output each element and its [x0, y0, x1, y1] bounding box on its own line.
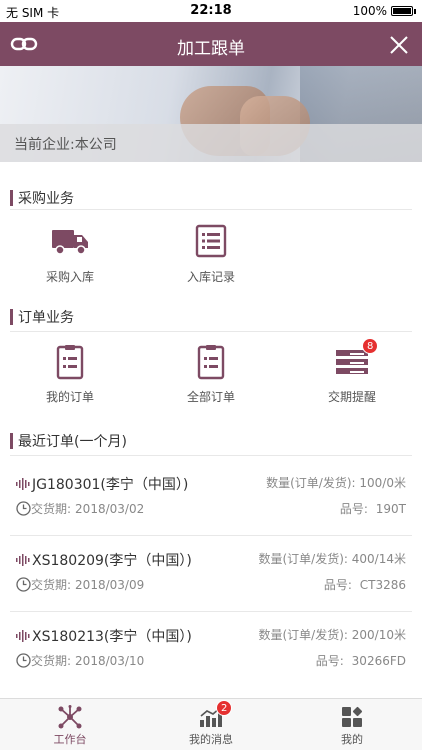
clipboard-icon — [50, 344, 90, 380]
qty-value: 400/14米 — [351, 552, 406, 566]
sku-value: CT3286 — [359, 578, 406, 592]
close-icon[interactable] — [388, 34, 410, 56]
barcode-icon — [16, 478, 30, 490]
tab-label: 我的消息 — [189, 733, 233, 746]
status-right: 100% — [353, 4, 416, 18]
order-code: XS180209(李宁（中国）) — [32, 553, 192, 569]
qty-value: 100/0米 — [359, 476, 406, 490]
grid-item-purchase-in[interactable]: 采购入库 — [10, 224, 130, 285]
grid-item-label: 我的订单 — [45, 390, 94, 404]
order-qty: 数量(订单/发货): 200/10米 — [259, 626, 407, 643]
grid-item-inbound-records[interactable]: 入库记录 — [151, 224, 271, 285]
order-code: JG180301(李宁（中国）) — [32, 477, 189, 493]
barcode-icon — [16, 630, 30, 642]
status-bar: 无 SIM 卡 22:18 100% — [0, 0, 422, 22]
order-code-line: XS180209(李宁（中国）) — [16, 550, 192, 570]
qty-value: 200/10米 — [351, 628, 406, 642]
section-title: 订单业务 — [18, 310, 74, 326]
sku-value: 190T — [375, 502, 406, 516]
list-icon — [191, 224, 231, 258]
section-header-order: 订单业务 — [0, 305, 422, 329]
date-label: 交货期: — [31, 502, 72, 516]
sku-label: 品号: — [315, 654, 344, 668]
clock-icon — [16, 501, 31, 516]
reminder-badge: 8 — [362, 338, 379, 354]
order-date: 2018/03/09 — [75, 577, 145, 592]
order-date-line: 交货期: 2018/03/02 — [16, 500, 144, 517]
order-row[interactable]: JG180301(李宁（中国）) 交货期: 2018/03/02 数量(订单/发… — [0, 460, 422, 536]
qty-label: 数量(订单/发货): — [266, 476, 356, 490]
clipboard-icon — [191, 344, 231, 380]
order-sku: 品号: 30266FD — [316, 652, 406, 669]
grid-item-all-orders[interactable]: 全部订单 — [151, 344, 271, 405]
grid-item-label: 入库记录 — [186, 270, 235, 284]
truck-icon — [50, 224, 90, 258]
sku-label: 品号: — [323, 578, 352, 592]
section-title: 最近订单(一个月) — [18, 434, 127, 450]
date-label: 交货期: — [31, 654, 72, 668]
clock-icon — [16, 653, 31, 668]
section-title: 采购业务 — [18, 191, 74, 207]
date-label: 交货期: — [31, 578, 72, 592]
order-qty: 数量(订单/发货): 100/0米 — [266, 474, 406, 491]
grid-item-label: 全部订单 — [186, 390, 235, 404]
barcode-icon — [16, 554, 30, 566]
order-code-line: XS180213(李宁（中国）) — [16, 626, 192, 646]
qty-label: 数量(订单/发货): — [258, 628, 348, 642]
divider — [10, 209, 412, 210]
tab-workbench[interactable]: 工作台 — [0, 699, 140, 750]
order-date: 2018/03/02 — [75, 501, 145, 516]
battery-tip — [414, 8, 416, 14]
reminder-icon: 8 — [332, 338, 379, 378]
section-marker — [10, 309, 13, 325]
battery-icon — [391, 6, 413, 16]
grid-item-my-orders[interactable]: 我的订单 — [10, 344, 130, 405]
order-row[interactable]: XS180209(李宁（中国）) 交货期: 2018/03/09 数量(订单/发… — [0, 536, 422, 612]
workbench-icon — [57, 705, 83, 729]
order-sku: 品号: CT3286 — [324, 576, 406, 593]
battery-percent: 100% — [352, 4, 387, 18]
tab-label: 我的 — [341, 733, 363, 746]
messages-icon: 2 — [198, 700, 233, 729]
divider — [10, 331, 412, 332]
tab-profile[interactable]: 我的 — [282, 699, 422, 750]
tab-messages[interactable]: 2 我的消息 — [141, 699, 281, 750]
order-date-line: 交货期: 2018/03/10 — [16, 652, 144, 669]
nav-bar: 加工跟单 — [0, 22, 422, 66]
section-header-purchase: 采购业务 — [0, 186, 422, 210]
current-company: 当前企业:本公司 — [14, 137, 117, 153]
order-date-line: 交货期: 2018/03/09 — [16, 576, 144, 593]
order-date: 2018/03/10 — [75, 653, 145, 668]
page-title: 加工跟单 — [177, 39, 245, 59]
sku-value: 30266FD — [351, 654, 406, 668]
section-marker — [10, 190, 13, 206]
tab-label: 工作台 — [53, 733, 87, 746]
section-header-recent: 最近订单(一个月) — [0, 429, 422, 453]
divider — [10, 455, 412, 456]
profile-icon — [339, 705, 365, 729]
clock-icon — [16, 577, 31, 592]
qty-label: 数量(订单/发货): — [258, 552, 348, 566]
grid-item-delivery-reminder[interactable]: 8 交期提醒 — [292, 338, 412, 405]
grid-item-label: 交期提醒 — [327, 390, 376, 404]
tab-bar: 工作台 2 我的消息 我的 — [0, 698, 422, 750]
section-marker — [10, 433, 13, 449]
order-row[interactable]: XS180213(李宁（中国）) 交货期: 2018/03/10 数量(订单/发… — [0, 612, 422, 688]
order-qty: 数量(订单/发货): 400/14米 — [259, 550, 407, 567]
order-code: XS180213(李宁（中国）) — [32, 629, 192, 645]
grid-item-label: 采购入库 — [45, 270, 94, 284]
order-code-line: JG180301(李宁（中国）) — [16, 474, 188, 494]
messages-badge: 2 — [216, 700, 233, 716]
sku-label: 品号: — [339, 502, 368, 516]
company-strip: 当前企业:本公司 — [0, 124, 422, 162]
order-sku: 品号: 190T — [340, 500, 406, 517]
